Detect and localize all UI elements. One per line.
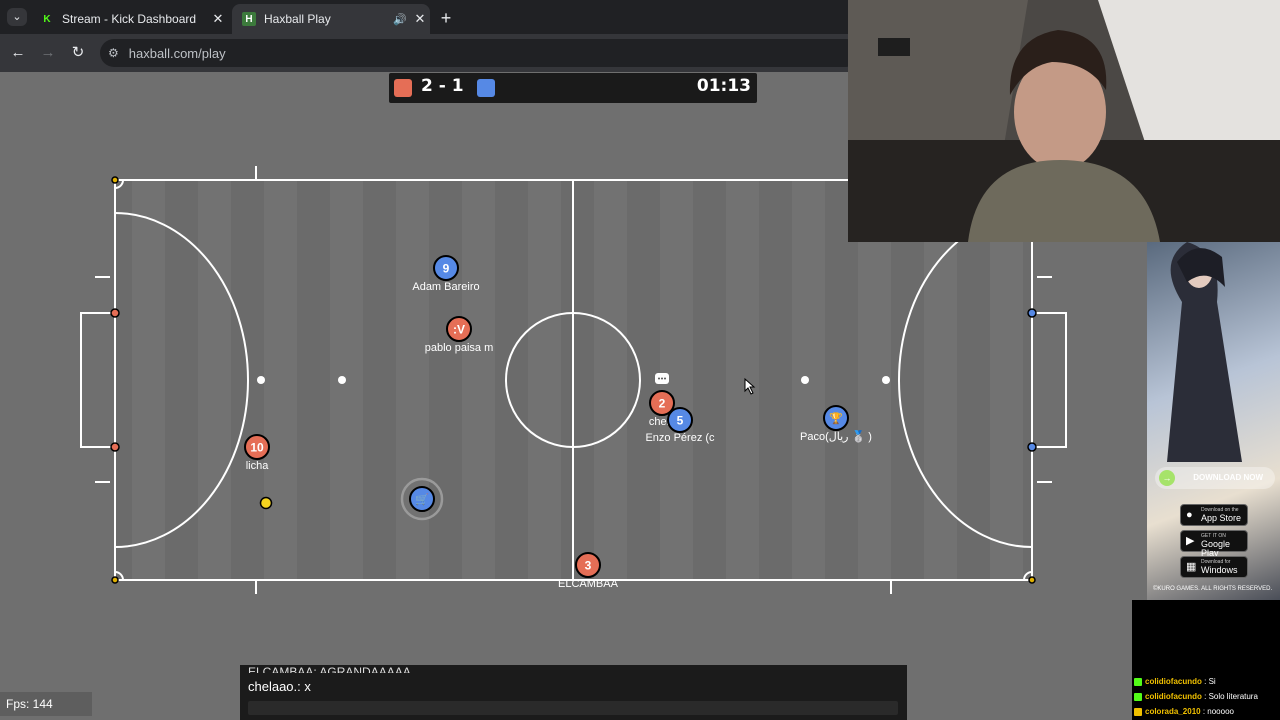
cart-icon: 🛒 xyxy=(415,493,429,506)
kick-badge-icon xyxy=(1134,692,1142,701)
tab-haxball-play[interactable]: H Haxball Play 🔊 ✕ xyxy=(232,4,430,34)
chat-text: Solo literatura xyxy=(1208,692,1258,701)
kick-icon: K xyxy=(43,13,51,25)
red-team-indicator xyxy=(394,79,412,97)
download-label: DOWNLOAD NOW xyxy=(1193,473,1263,482)
player-blue: 🛒 xyxy=(409,486,435,512)
haxball-icon: H xyxy=(242,12,256,26)
speaker-icon[interactable]: 🔊 xyxy=(390,13,410,26)
player-name: Adam Bareiro xyxy=(412,281,479,293)
forward-button[interactable]: → xyxy=(38,43,58,63)
player-name: Paco(ريال 🥈 ) xyxy=(800,430,872,443)
stream-chat-message: colidiofacundo : Si xyxy=(1134,677,1216,686)
close-icon[interactable]: ✕ xyxy=(410,11,430,27)
reload-icon: ↻ xyxy=(71,44,85,61)
fps-counter: Fps: 144 xyxy=(0,692,92,716)
scoreboard: 2 - 1 01:13 xyxy=(389,73,757,103)
ad-copyright: ©KURO GAMES. ALL RIGHTS RESERVED. xyxy=(1153,586,1273,592)
stream-chat-message: colidiofacundo : Solo literatura xyxy=(1134,692,1258,701)
url-text: haxball.com/play xyxy=(128,45,226,61)
player-name: pablo paisa m xyxy=(425,342,494,354)
chat-text: Si xyxy=(1208,677,1216,686)
back-button[interactable]: ← xyxy=(8,43,28,63)
tab-title: Haxball Play xyxy=(264,12,331,26)
player-name: Enzo Pérez (c xyxy=(645,432,715,444)
google-play-button[interactable]: ▶ GET IT ON Google Play xyxy=(1180,530,1248,558)
tab-title: Stream - Kick Dashboard xyxy=(62,12,197,26)
tab-search-button[interactable]: ⌄ xyxy=(7,8,27,26)
chat-bubble-icon xyxy=(655,373,669,384)
player-avatar: 9 xyxy=(443,262,450,276)
chat-message: ELCAMBAA: AGRANDAAAAA xyxy=(248,665,411,673)
plus-icon: + xyxy=(440,8,452,28)
store-label: Windows xyxy=(1201,564,1238,575)
chat-username: colorada_2010 xyxy=(1145,707,1201,716)
apple-icon: ● xyxy=(1186,509,1193,521)
player-red: 10 licha xyxy=(244,434,270,472)
player-avatar: 3 xyxy=(585,559,592,573)
store-label: App Store xyxy=(1201,512,1242,523)
chevron-down-icon: ⌄ xyxy=(12,11,22,23)
webcam-image xyxy=(848,0,1280,242)
chat-message: chelaao.: x xyxy=(248,679,311,694)
game-timer: 01:13 xyxy=(696,76,751,96)
tab-kick-dashboard[interactable]: K Stream - Kick Dashboard ✕ xyxy=(30,4,228,34)
site-info-icon[interactable]: ⚙ xyxy=(108,46,119,60)
player-avatar: :V xyxy=(453,323,465,337)
ball xyxy=(259,496,273,510)
player-name: licha xyxy=(246,460,270,472)
windows-icon: ▦ xyxy=(1186,561,1197,573)
arrow-left-icon: ← xyxy=(10,44,26,61)
close-icon[interactable]: ✕ xyxy=(208,11,228,27)
blue-team-indicator xyxy=(477,79,495,97)
reload-button[interactable]: ↻ xyxy=(68,43,88,63)
stream-chat-message: colorada_2010 : nooooo xyxy=(1134,707,1234,716)
play-icon: ▶ xyxy=(1186,535,1195,547)
player-name: ELCAMBAA xyxy=(558,578,619,590)
app-store-button[interactable]: ● Download on the App Store xyxy=(1180,504,1248,526)
score: 2 - 1 xyxy=(421,76,464,96)
new-tab-button[interactable]: + xyxy=(434,6,458,30)
player-avatar: 10 xyxy=(250,441,264,455)
ad-artwork xyxy=(1167,242,1242,462)
medal-icon: 🏆 xyxy=(829,412,843,425)
stream-chat-overlay: colidiofacundo : Si colidiofacundo : Sol… xyxy=(1132,600,1280,720)
chat-username: colidiofacundo xyxy=(1145,692,1202,701)
arrow-right-icon: → xyxy=(40,44,56,61)
game-chat[interactable]: ELCAMBAA: AGRANDAAAAA chelaao.: x xyxy=(240,665,907,720)
windows-button[interactable]: ▦ Download for Windows xyxy=(1180,556,1248,578)
advertisement-panel[interactable]: → DOWNLOAD NOW ● Download on the App Sto… xyxy=(1147,242,1280,600)
chat-text: nooooo xyxy=(1207,707,1234,716)
arrow-right-icon: → xyxy=(1159,470,1175,486)
download-now-button[interactable]: → DOWNLOAD NOW xyxy=(1155,467,1275,489)
chat-input[interactable] xyxy=(248,701,898,715)
webcam-overlay xyxy=(848,0,1280,242)
player-avatar: 5 xyxy=(677,414,684,428)
subscriber-badge-icon xyxy=(1134,707,1142,716)
url-field[interactable]: ⚙ haxball.com/play xyxy=(100,39,860,67)
chat-username: colidiofacundo xyxy=(1145,677,1202,686)
kick-badge-icon xyxy=(1134,677,1142,686)
player-avatar: 2 xyxy=(659,397,666,411)
